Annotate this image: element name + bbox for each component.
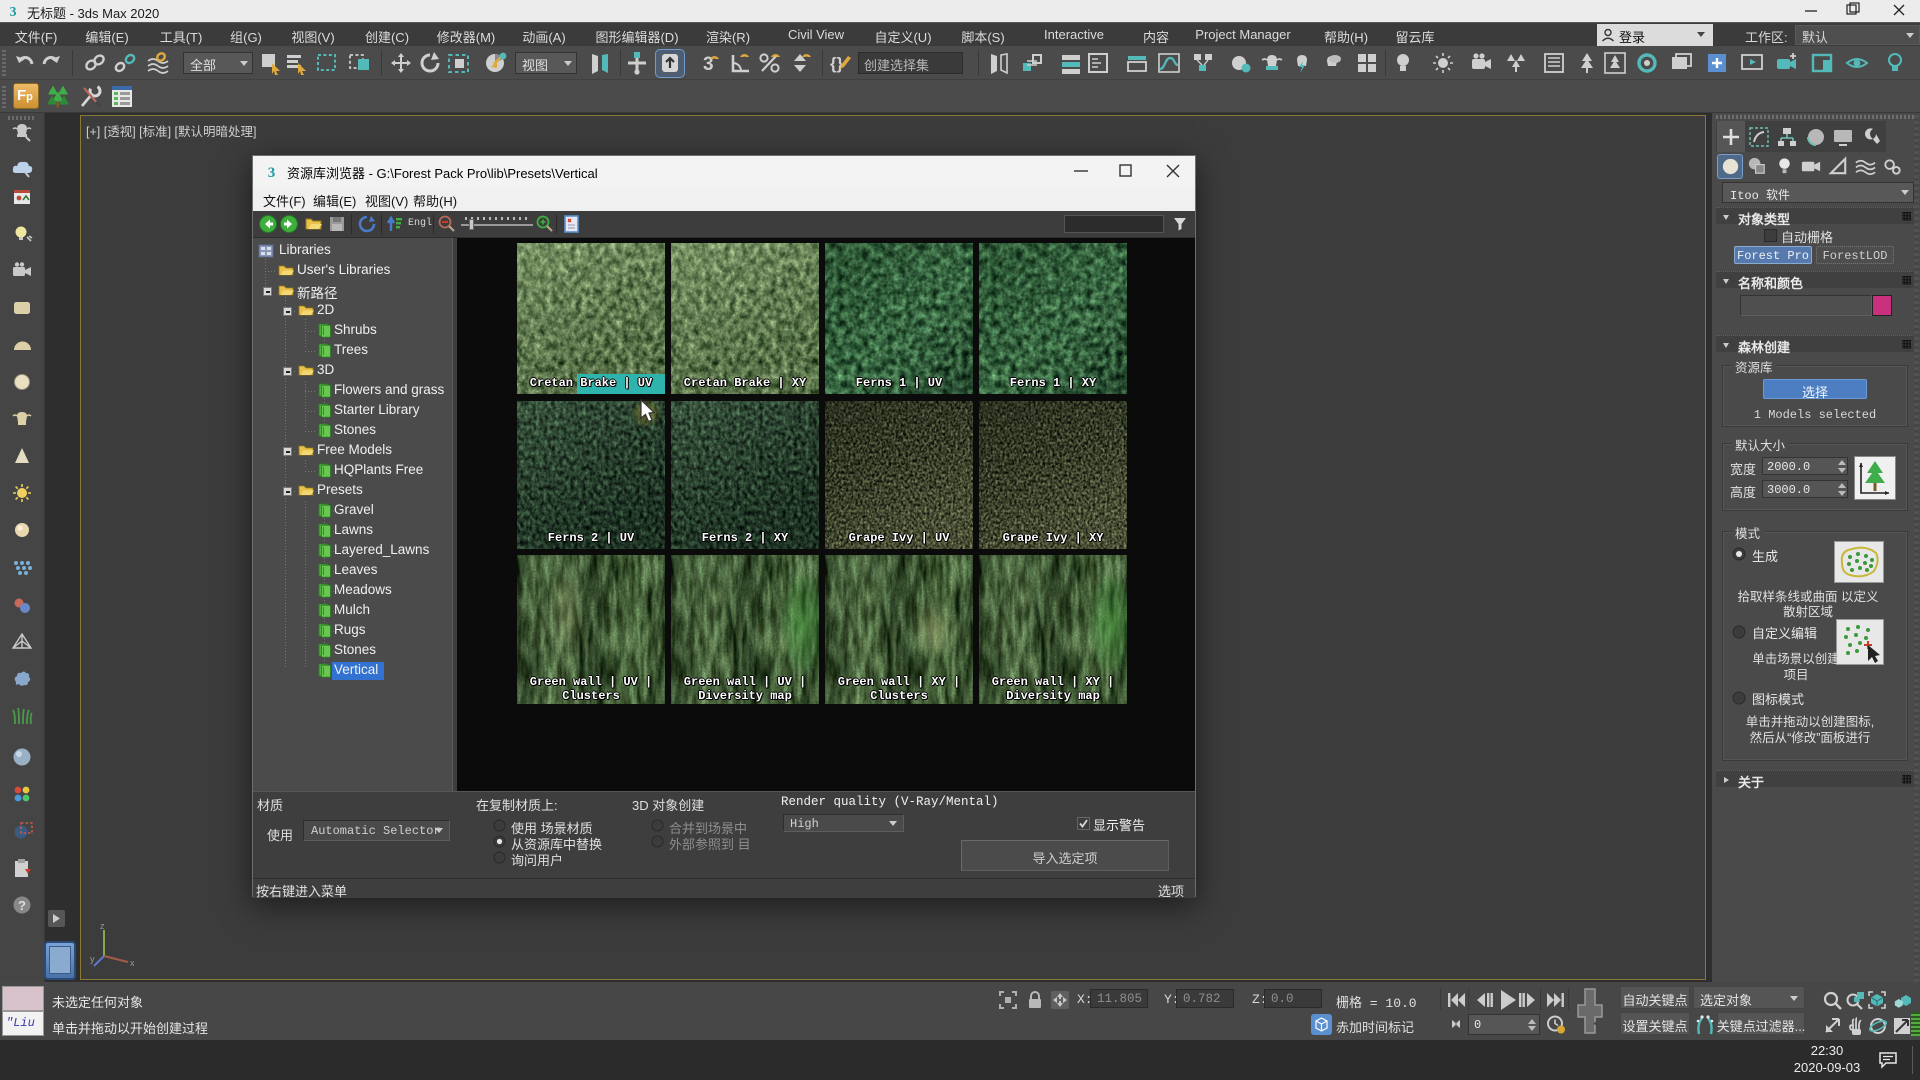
svg-text:x: x — [130, 958, 135, 968]
svg-text:y: y — [90, 954, 95, 964]
svg-text:?: ? — [18, 898, 26, 913]
svg-text:3: 3 — [10, 5, 17, 19]
svg-text:{}: {} — [830, 54, 844, 73]
svg-text:z: z — [100, 922, 105, 931]
svg-text:3: 3 — [268, 165, 276, 180]
